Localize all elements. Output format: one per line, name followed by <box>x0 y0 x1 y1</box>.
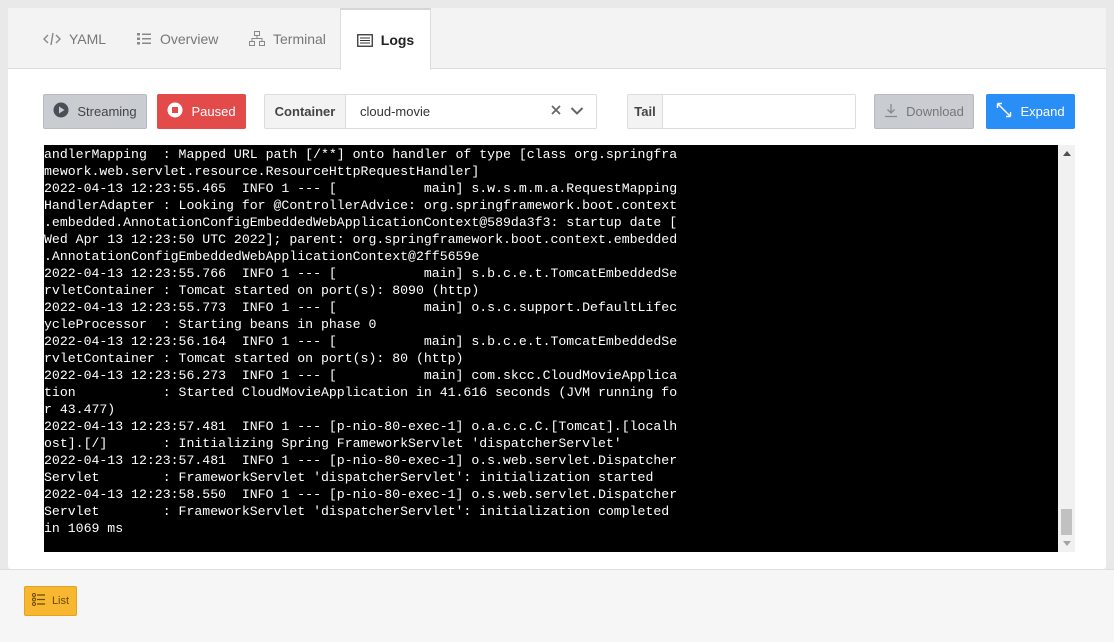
tail-field: Tail <box>627 94 856 129</box>
log-line: 2022-04-13 12:23:55.766 INFO 1 --- [ mai… <box>44 266 678 281</box>
streaming-label: Streaming <box>77 104 137 119</box>
tab-label: Terminal <box>273 30 326 47</box>
expand-label: Expand <box>1020 104 1065 119</box>
list-label: List <box>51 595 70 607</box>
log-line: HandlerAdapter : Looking for @Controller… <box>44 198 678 213</box>
log-line: ost].[/] : Initializing Spring Framework… <box>44 436 622 451</box>
log-line: 2022-04-13 12:23:57.481 INFO 1 --- [p-ni… <box>44 419 678 434</box>
tab-bar: YAML Overview Terminal Logs <box>8 8 1106 70</box>
list-button[interactable]: List <box>24 586 77 616</box>
logs-panel: YAML Overview Terminal Logs Streaming Pa… <box>8 8 1106 569</box>
clear-icon[interactable] <box>550 103 562 121</box>
log-line: r 43.477) <box>44 402 116 417</box>
container-value[interactable]: cloud-movie <box>346 95 550 128</box>
tab-overview[interactable]: Overview <box>126 8 228 69</box>
logs-icon <box>356 33 373 47</box>
log-line: Servlet : FrameworkServlet 'dispatcherSe… <box>44 470 654 485</box>
expand-button[interactable]: Expand <box>986 94 1075 129</box>
paused-button[interactable]: Paused <box>157 94 246 129</box>
tail-input[interactable] <box>663 95 855 128</box>
log-line: 2022-04-13 12:23:55.465 INFO 1 --- [ mai… <box>44 181 678 196</box>
log-line: mework.web.servlet.resource.ResourceHttp… <box>44 164 480 179</box>
download-icon <box>884 103 898 121</box>
log-line: 2022-04-13 12:23:57.481 INFO 1 --- [p-ni… <box>44 453 678 468</box>
container-select[interactable]: Container cloud-movie <box>264 94 597 129</box>
log-line: .AnnotationConfigEmbeddedWebApplicationC… <box>44 249 480 264</box>
code-icon <box>43 32 61 46</box>
tab-label: Overview <box>160 30 219 47</box>
stop-circle-icon <box>167 102 183 121</box>
container-label: Container <box>265 95 346 128</box>
tab-terminal[interactable]: Terminal <box>239 8 336 69</box>
log-line: in 1069 ms <box>44 521 124 536</box>
log-line: 2022-04-13 12:23:58.550 INFO 1 --- [p-ni… <box>44 487 678 502</box>
tab-label: Logs <box>380 32 415 48</box>
log-line: ycleProcessor : Starting beans in phase … <box>44 317 377 332</box>
log-line: rvletContainer : Tomcat started on port(… <box>44 283 480 298</box>
chevron-down-icon[interactable] <box>570 103 584 121</box>
log-line: tion : Started CloudMovieApplication in … <box>44 385 678 400</box>
tab-logs[interactable]: Logs <box>340 8 431 70</box>
scroll-up-icon[interactable] <box>1058 145 1075 162</box>
log-line: 2022-04-13 12:23:55.773 INFO 1 --- [ mai… <box>44 300 678 315</box>
list-icon <box>136 32 152 46</box>
select-controls <box>550 95 596 128</box>
log-line: 2022-04-13 12:23:56.164 INFO 1 --- [ mai… <box>44 334 678 349</box>
log-line: Servlet : FrameworkServlet 'dispatcherSe… <box>44 504 670 519</box>
scroll-thumb[interactable] <box>1061 509 1072 535</box>
tail-label: Tail <box>628 95 663 128</box>
log-viewer[interactable]: andlerMapping : Mapped URL path [/**] on… <box>44 145 1075 552</box>
log-toolbar: Streaming Paused Container cloud-movie T… <box>8 69 1106 145</box>
sitemap-icon <box>249 31 265 46</box>
play-circle-icon <box>53 102 69 121</box>
log-scrollbar[interactable] <box>1058 145 1075 552</box>
expand-icon <box>996 102 1012 121</box>
log-line: rvletContainer : Tomcat started on port(… <box>44 351 464 366</box>
scroll-down-icon[interactable] <box>1058 535 1075 552</box>
log-line: Wed Apr 13 12:23:50 UTC 2022]; parent: o… <box>44 232 678 247</box>
download-label: Download <box>906 104 964 119</box>
list-icon <box>31 593 46 609</box>
paused-label: Paused <box>191 104 236 119</box>
tab-yaml[interactable]: YAML <box>33 8 116 69</box>
log-line: .embedded.AnnotationConfigEmbeddedWebApp… <box>44 215 678 230</box>
log-output: andlerMapping : Mapped URL path [/**] on… <box>44 145 1058 552</box>
streaming-button[interactable]: Streaming <box>43 94 147 129</box>
tab-label: YAML <box>69 30 107 47</box>
log-line: andlerMapping : Mapped URL path [/**] on… <box>44 147 678 162</box>
page-footer: List <box>0 569 1114 642</box>
download-button[interactable]: Download <box>874 94 974 129</box>
log-line: 2022-04-13 12:23:56.273 INFO 1 --- [ mai… <box>44 368 678 383</box>
